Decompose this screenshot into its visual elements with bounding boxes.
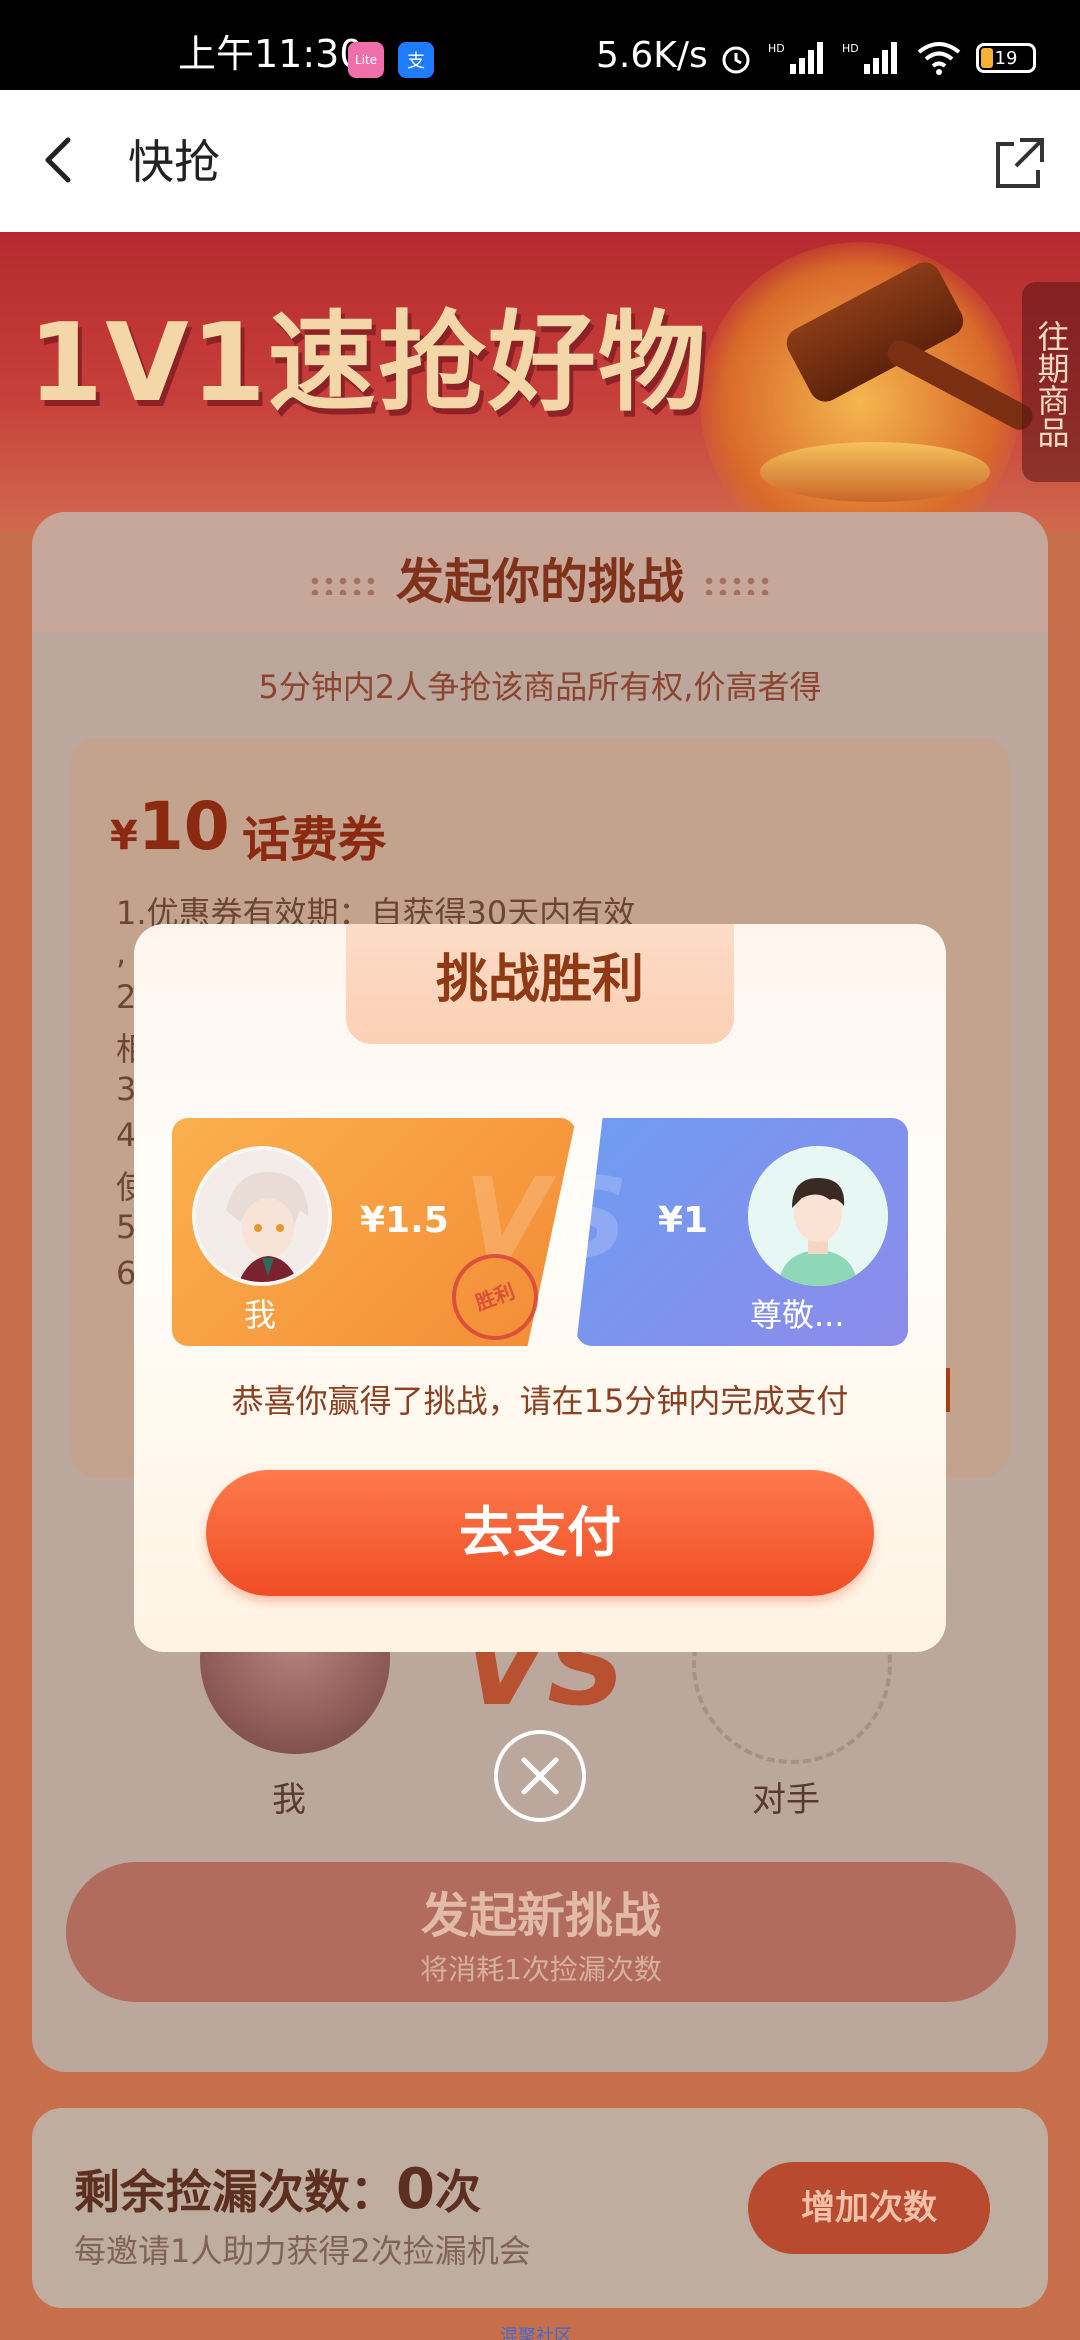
page-title: 快抢 <box>128 135 220 189</box>
prize-currency: ¥ <box>110 813 138 859</box>
banner: 1V1速抢好物 <box>0 232 1080 532</box>
victory-modal: 挑战胜利 VS ¥1.5 我 胜利 ¥1 尊敬... 恭喜你赢得了挑战，请在15… <box>134 924 946 1652</box>
nav-bar: 快抢 <box>0 90 1080 232</box>
victory-message: 恭喜你赢得了挑战，请在15分钟内完成支付 <box>231 1382 849 1420</box>
dots-right-icon <box>702 575 772 595</box>
remaining-card: 剩余捡漏次数：0次 每邀请1人助力获得2次捡漏机会 增加次数 <box>32 2108 1048 2308</box>
challenge-title-text: 发起你的挑战 <box>395 554 684 610</box>
default-user-avatar-icon <box>748 1146 888 1286</box>
close-modal-button[interactable] <box>494 1730 586 1822</box>
remaining-label: 剩余捡漏次数： <box>74 2165 396 2219</box>
status-icons: HD HD 19 <box>718 40 1036 76</box>
opponent-label: 对手 <box>752 1780 820 1820</box>
remaining-count: 剩余捡漏次数：0次 <box>74 2156 481 2222</box>
invite-text: 每邀请1人助力获得2次捡漏机会 <box>74 2232 531 2270</box>
banner-title: 1V1速抢好物 <box>28 301 708 426</box>
past-products-tab[interactable]: 往期商品 <box>1022 282 1080 482</box>
wifi-icon <box>917 42 961 75</box>
share-icon[interactable] <box>990 134 1048 192</box>
signal-hd-icon: HD <box>768 42 823 74</box>
alarm-icon <box>722 46 750 74</box>
challenge-title: 发起你的挑战 <box>32 542 1048 612</box>
my-bid-price: ¥1.5 <box>360 1200 449 1241</box>
prize-price: ¥10 <box>110 788 230 865</box>
battery-icon: 19 <box>976 43 1036 73</box>
my-avatar <box>192 1146 332 1286</box>
signal-hd-icon-2: HD <box>842 42 897 74</box>
prize-rule-line: , <box>116 934 127 972</box>
new-challenge-sub: 将消耗1次捡漏次数 <box>420 1953 662 1986</box>
app-notification-icon: Lite <box>348 42 384 78</box>
prize-amount: 10 <box>137 788 230 865</box>
back-arrow-icon[interactable] <box>32 130 92 190</box>
dots-left-icon <box>307 575 378 595</box>
close-icon <box>521 1757 559 1795</box>
svg-text:HD: HD <box>842 42 859 55</box>
opponent-bid-price: ¥1 <box>658 1200 709 1241</box>
add-chances-button[interactable]: 增加次数 <box>748 2162 990 2254</box>
challenge-subtitle: 5分钟内2人争抢该商品所有权,价高者得 <box>258 668 822 706</box>
me-label: 我 <box>272 1780 306 1820</box>
alipay-notification-icon: 支 <box>398 42 434 78</box>
status-bar: 上午11:30 Lite 支 5.6K/s HD HD 19 <box>0 0 1080 90</box>
new-challenge-label: 发起新挑战 <box>420 1888 661 1944</box>
svg-text:HD: HD <box>768 42 785 55</box>
footer-link[interactable]: 混聚社区 <box>500 2322 572 2340</box>
remaining-unit: 次 <box>434 2165 481 2219</box>
network-speed: 5.6K/s <box>596 35 708 76</box>
gavel-base <box>760 442 990 502</box>
modal-title: 挑战胜利 <box>346 924 734 1044</box>
opponent-name: 尊敬... <box>750 1296 845 1334</box>
opponent-avatar <box>748 1146 888 1286</box>
pay-button[interactable]: 去支付 <box>206 1470 874 1596</box>
new-challenge-button[interactable]: 发起新挑战 将消耗1次捡漏次数 <box>66 1862 1016 2002</box>
prize-name: 话费券 <box>242 812 387 868</box>
status-time: 上午11:30 <box>178 32 364 76</box>
battery-level: 19 <box>994 47 1018 69</box>
my-name: 我 <box>244 1296 277 1334</box>
remaining-number: 0 <box>396 2157 435 2222</box>
